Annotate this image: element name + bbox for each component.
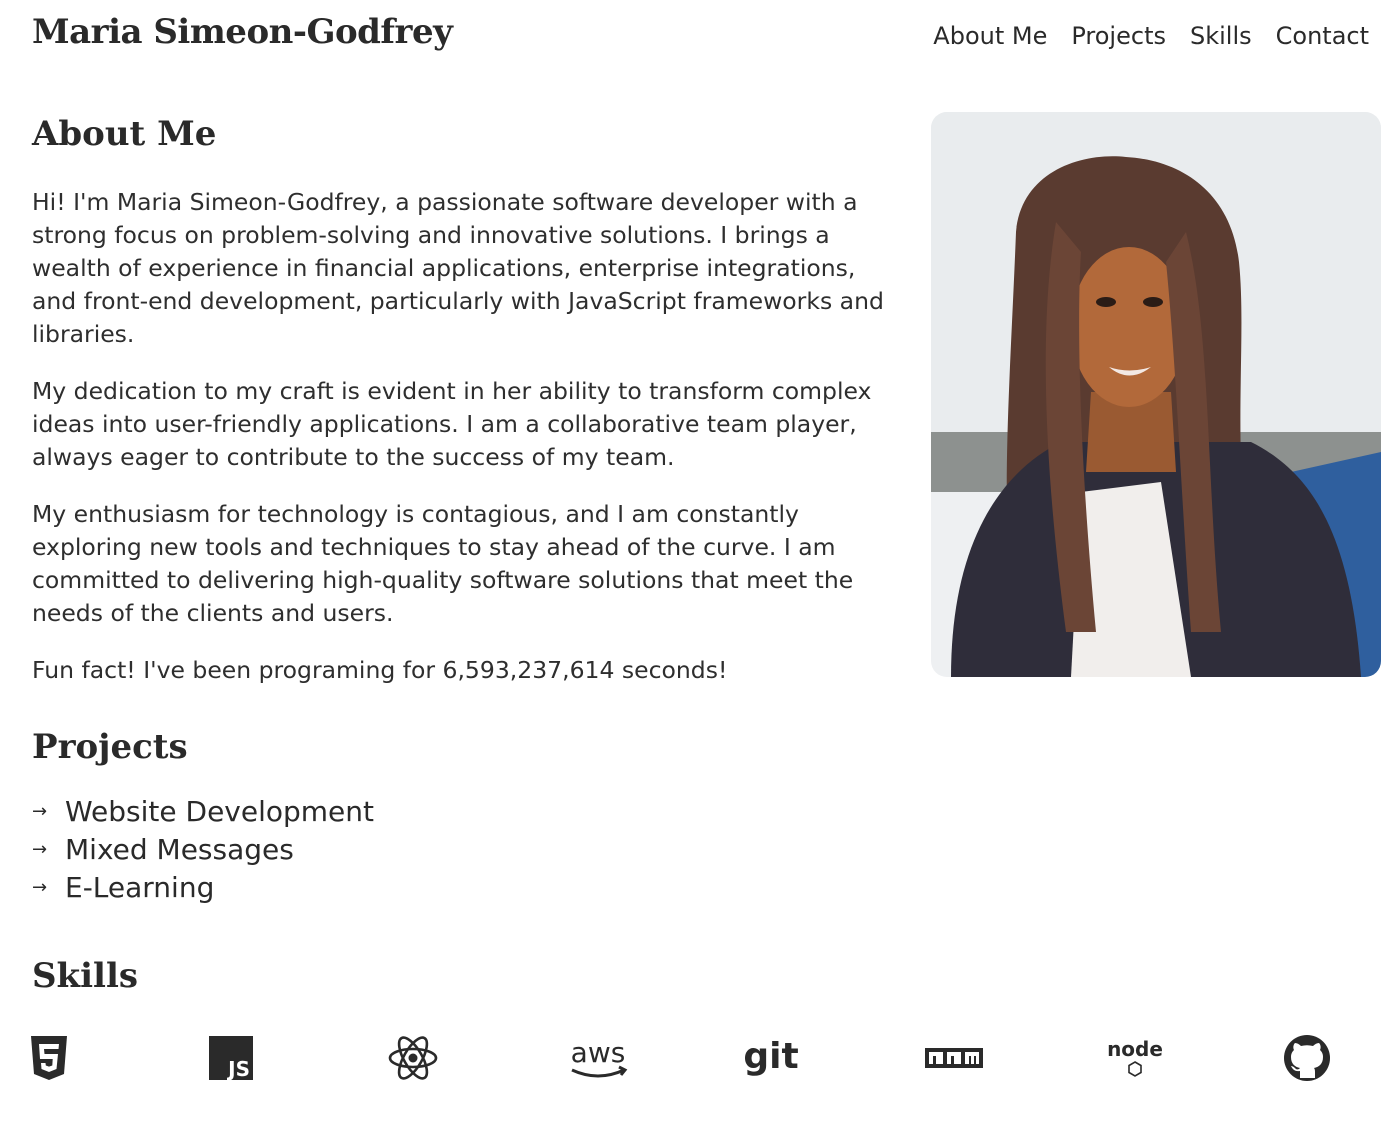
projects-heading: Projects [32, 727, 188, 767]
git-icon: git [736, 1026, 806, 1090]
about-text: Hi! I'm Maria Simeon-Godfrey, a passiona… [32, 186, 902, 711]
arrow-right-icon: → [32, 876, 48, 898]
nav-link-skills[interactable]: Skills [1190, 22, 1252, 50]
project-link-mixed-messages[interactable]: Mixed Messages [65, 833, 294, 866]
projects-list: → Website Development → Mixed Messages →… [32, 792, 374, 906]
git-label: git [743, 1036, 798, 1077]
about-paragraph: My enthusiasm for technology is contagio… [32, 500, 854, 627]
project-item: → Website Development [32, 792, 374, 830]
aws-icon: aws [563, 1026, 633, 1090]
about-heading: About Me [32, 114, 217, 154]
about-paragraph: My dedication to my craft is evident in … [32, 377, 872, 471]
aws-label: aws [571, 1036, 626, 1069]
project-link-e-learning[interactable]: E-Learning [65, 871, 214, 904]
site-title[interactable]: Maria Simeon-Godfrey [32, 12, 453, 52]
nav-link-projects[interactable]: Projects [1071, 22, 1166, 50]
main-nav: About Me Projects Skills Contact [933, 22, 1369, 50]
github-icon [1272, 1026, 1342, 1090]
profile-photo [931, 112, 1381, 677]
javascript-icon: JS [196, 1026, 266, 1090]
nav-link-contact[interactable]: Contact [1276, 22, 1369, 50]
project-item: → Mixed Messages [32, 830, 374, 868]
js-label: JS [226, 1057, 250, 1080]
fun-fact: Fun fact! I've been programing for 6,593… [32, 656, 728, 684]
react-icon [378, 1026, 448, 1090]
site-header: Maria Simeon-Godfrey About Me Projects S… [32, 0, 1369, 72]
project-item: → E-Learning [32, 868, 374, 906]
arrow-right-icon: → [32, 800, 48, 822]
nav-link-about-me[interactable]: About Me [933, 22, 1047, 50]
nodejs-icon: node [1100, 1026, 1170, 1090]
skills-heading: Skills [32, 956, 139, 996]
html5-icon [14, 1026, 84, 1090]
npm-icon [919, 1026, 989, 1090]
project-link-website-development[interactable]: Website Development [65, 795, 374, 828]
arrow-right-icon: → [32, 838, 48, 860]
about-paragraph: Hi! I'm Maria Simeon-Godfrey, a passiona… [32, 188, 884, 348]
skills-icons: JS aws git node [0, 1026, 1395, 1090]
node-label: node [1107, 1037, 1163, 1061]
